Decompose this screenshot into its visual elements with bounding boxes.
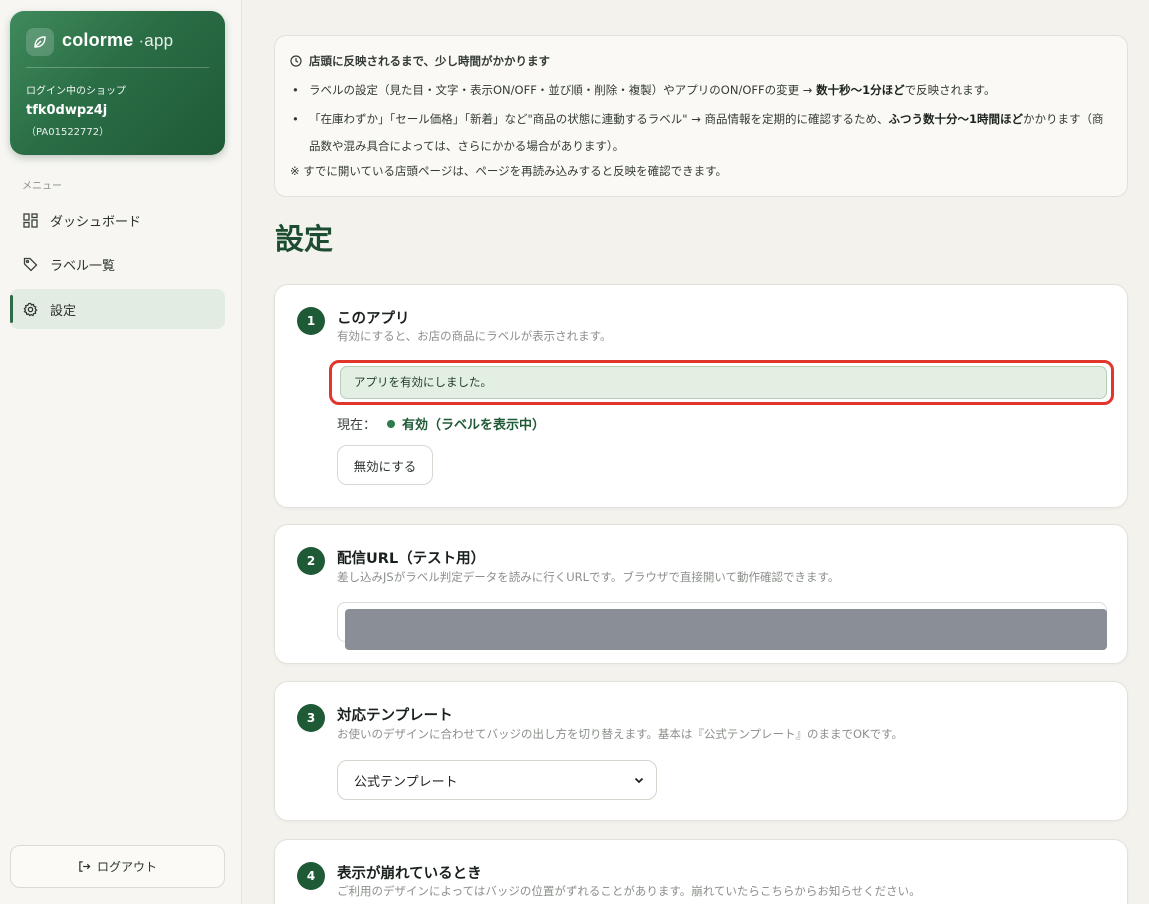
sidebar-item-settings[interactable]: 設定: [10, 289, 225, 329]
sidebar-item-label: 設定: [50, 303, 77, 319]
template-select[interactable]: 公式テンプレート: [337, 760, 657, 800]
template-select-value: 公式テンプレート: [354, 774, 458, 790]
template-card: 3 対応テンプレート お使いのデザインに合わせてバッジの出し方を切り替えます。基…: [274, 681, 1128, 821]
leaf-icon: [26, 28, 54, 56]
chevron-down-icon: [633, 774, 645, 786]
dashboard-icon: [22, 212, 38, 228]
tag-icon: [22, 256, 38, 272]
card-title: 表示が崩れているとき: [337, 866, 482, 882]
card-description: 有効にすると、お店の商品にラベルが表示されます。: [337, 329, 612, 343]
page-title: 設定: [275, 222, 334, 256]
app-toggle-card: 1 このアプリ 有効にすると、お店の商品にラベルが表示されます。 アプリを有効に…: [274, 284, 1128, 508]
redacted-url: [345, 609, 1107, 650]
notice-title: 店頭に反映されるまで、少し時間がかかります: [290, 53, 550, 69]
display-issue-card: 4 表示が崩れているとき ご利用のデザインによってはバッジの位置がずれることがあ…: [274, 839, 1128, 904]
menu-label: メニュー: [22, 181, 62, 192]
logout-label: ログアウト: [96, 860, 157, 874]
card-title: このアプリ: [337, 311, 410, 327]
sidebar: colorme ·app ログイン中のショップ tfk0dwpz4j （PA015…: [0, 0, 242, 904]
brand-divider: [26, 67, 209, 68]
shop-card: colorme ·app ログイン中のショップ tfk0dwpz4j （PA015…: [10, 11, 225, 155]
success-highlight: アプリを有効にしました。: [329, 360, 1114, 405]
sidebar-item-labels[interactable]: ラベル一覧: [10, 244, 225, 284]
card-description: ご利用のデザインによってはバッジの位置がずれることがあります。崩れていたらこちら…: [337, 884, 921, 898]
shop-code: （PA01522772）: [26, 127, 110, 138]
disable-button[interactable]: 無効にする: [337, 445, 433, 485]
status-value: 有効（ラベルを表示中）: [402, 418, 546, 433]
logout-icon: [78, 860, 91, 873]
shop-id: tfk0dwpz4j: [26, 103, 108, 118]
card-title: 配信URL（テスト用）: [337, 551, 486, 567]
sidebar-item-label: ラベル一覧: [50, 258, 116, 274]
step-number: 4: [297, 862, 325, 890]
clock-icon: [290, 55, 302, 67]
step-number: 3: [297, 704, 325, 732]
card-description: 差し込みJSがラベル判定データを読みに行くURLです。ブラウザで直接開いて動作確…: [337, 570, 840, 584]
sidebar-item-dashboard[interactable]: ダッシュボード: [10, 200, 225, 240]
status-row: 現在： 有効（ラベルを表示中）: [337, 414, 545, 433]
card-description: お使いのデザインに合わせてバッジの出し方を切り替えます。基本は『公式テンプレート…: [337, 727, 903, 741]
step-number: 2: [297, 547, 325, 575]
card-title: 対応テンプレート: [337, 708, 453, 724]
status-label: 現在：: [337, 418, 377, 433]
url-card: 2 配信URL（テスト用） 差し込みJSがラベル判定データを読みに行くURLです…: [274, 524, 1128, 664]
gear-icon: [22, 301, 38, 317]
notice-box: 店頭に反映されるまで、少し時間がかかります ラベルの設定（見た目・文字・表示ON…: [274, 35, 1128, 197]
success-message: アプリを有効にしました。: [340, 366, 1107, 399]
status-dot: [387, 419, 396, 428]
notice-footer: ※ すでに開いている店頭ページは、ページを再読み込みすると反映を確認できます。: [290, 164, 727, 178]
sidebar-item-label: ダッシュボード: [50, 214, 142, 230]
notice-item: 「在庫わずか」「セール価格」「新着」など"商品の状態に連動するラベル" → 商品…: [292, 106, 1109, 160]
notice-item: ラベルの設定（見た目・文字・表示ON/OFF・並び順・削除・複製）やアプリのON…: [292, 78, 1109, 102]
shop-label: ログイン中のショップ: [26, 86, 126, 97]
logout-button[interactable]: ログアウト: [10, 845, 225, 888]
step-number: 1: [297, 307, 325, 335]
brand-name: colorme ·app: [62, 30, 174, 50]
